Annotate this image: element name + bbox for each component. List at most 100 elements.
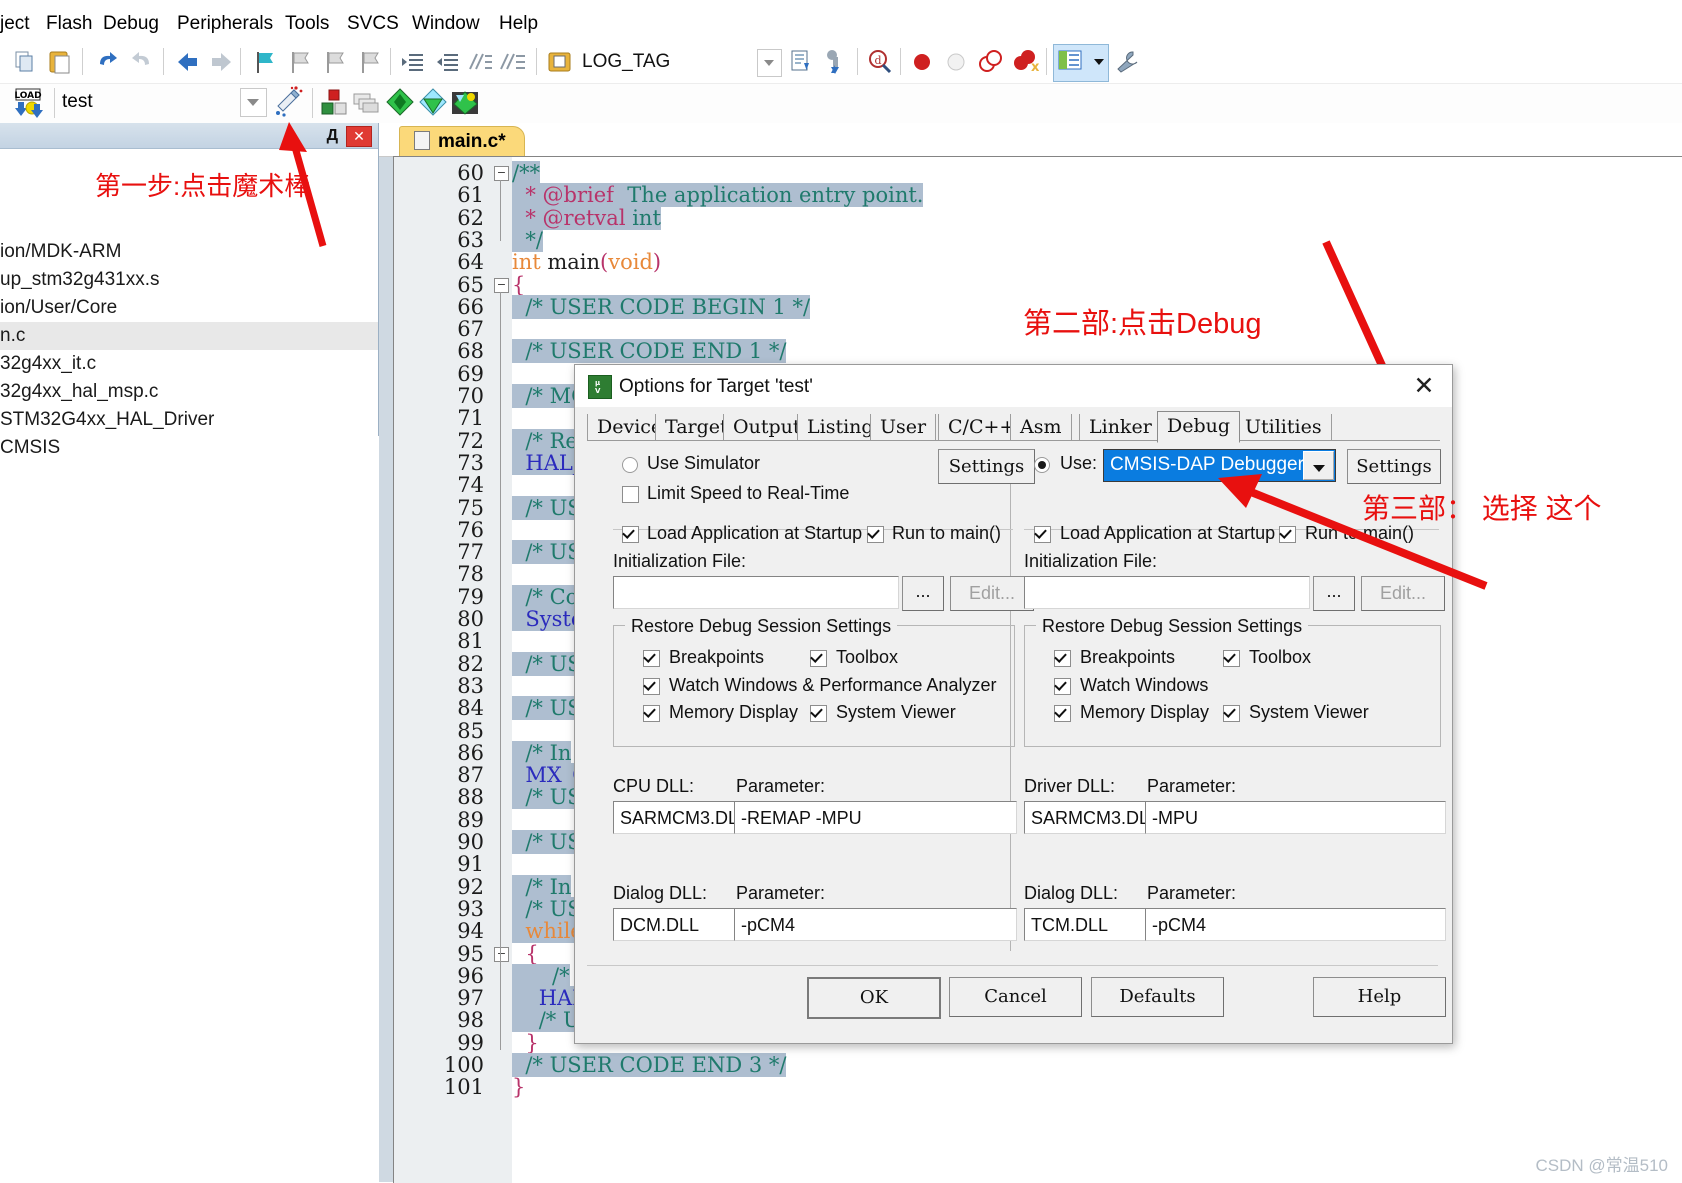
manage-run-time-env-icon[interactable] — [318, 86, 350, 118]
cpu-param-input[interactable]: -REMAP -MPU — [734, 801, 1017, 834]
watch-windows-checkbox-dbg[interactable] — [1054, 678, 1071, 695]
indent-left-icon[interactable] — [433, 47, 463, 77]
menu-item-svcs[interactable]: SVCS — [347, 13, 399, 35]
rebuild-icon[interactable] — [417, 86, 449, 118]
tab-main-c[interactable]: main.c* — [399, 126, 525, 157]
uncomment-block-icon[interactable] — [499, 47, 529, 77]
help-button[interactable]: Help — [1313, 977, 1446, 1017]
kill-all-breakpoints-icon[interactable]: x — [1009, 47, 1040, 77]
debugger-select[interactable]: CMSIS-DAP Debugger — [1103, 449, 1336, 482]
insert-breakpoint-icon[interactable] — [907, 47, 937, 77]
toolbox-checkbox-sim[interactable] — [810, 650, 827, 667]
navigate-forward-icon[interactable] — [207, 47, 237, 77]
close-icon[interactable]: ✕ — [346, 126, 372, 147]
copy-icon[interactable] — [10, 47, 40, 77]
find-in-files-icon[interactable]: d — [864, 47, 894, 77]
comment-block-icon[interactable] — [466, 47, 496, 77]
init-file-input-sim[interactable] — [613, 576, 899, 609]
menu-item-tools[interactable]: Tools — [285, 13, 329, 35]
kill-breakpoint-icon[interactable] — [941, 47, 971, 77]
tree-item-user-core[interactable]: ion/User/Core — [0, 294, 378, 322]
log-tag-field[interactable]: LOG_TAG — [582, 51, 670, 73]
configure-toolbars-icon[interactable] — [1113, 47, 1143, 77]
pin-icon[interactable]: Д — [327, 127, 338, 145]
breakpoints-checkbox-dbg[interactable] — [1054, 650, 1071, 667]
fold-toggle-icon[interactable]: − — [494, 166, 509, 181]
indent-right-icon[interactable] — [398, 47, 428, 77]
memory-display-checkbox-dbg[interactable] — [1054, 705, 1071, 722]
tree-item-cmsis-group[interactable]: CMSIS — [0, 434, 378, 462]
use-simulator-radio[interactable] — [622, 457, 638, 473]
debugger-settings-button[interactable]: Settings — [1347, 449, 1441, 484]
bookmark-next-icon[interactable] — [319, 47, 349, 77]
driver-dll-input[interactable]: SARMCM3.DLL — [1024, 801, 1146, 834]
menu-item-peripherals[interactable]: Peripherals — [177, 13, 273, 35]
breakpoints-checkbox-sim[interactable] — [643, 650, 660, 667]
fold-toggle-icon[interactable]: − — [494, 946, 509, 962]
cpu-dll-input[interactable]: SARMCM3.DLL — [613, 801, 735, 834]
bookmark-prev-icon[interactable] — [284, 47, 314, 77]
configure-icon[interactable] — [820, 47, 850, 77]
dialog-dll-input-dbg[interactable]: TCM.DLL — [1024, 908, 1146, 941]
manage-project-items-icon[interactable] — [350, 86, 382, 118]
tree-item-mdk-arm[interactable]: ion/MDK-ARM — [0, 238, 378, 266]
tab-user[interactable]: User — [870, 414, 937, 440]
menu-item-project[interactable]: ject — [0, 13, 30, 35]
close-icon[interactable]: ✕ — [1410, 373, 1438, 399]
dialog-titlebar[interactable]: µV Options for Target 'test' ✕ — [575, 365, 1452, 407]
code-fold-bar[interactable]: − − − — [490, 157, 512, 1183]
bookmark-clear-icon[interactable] — [354, 47, 384, 77]
run-to-main-checkbox-sim[interactable] — [867, 526, 884, 543]
tab-debug[interactable]: Debug — [1157, 411, 1241, 443]
open-folder-icon[interactable] — [545, 47, 575, 77]
tab-utilities[interactable]: Utilities — [1235, 414, 1332, 440]
dialog-param-input-sim[interactable]: -pCM4 — [734, 908, 1017, 941]
load-app-checkbox-sim[interactable] — [622, 526, 639, 543]
tree-item-startup-file[interactable]: up_stm32g431xx.s — [0, 266, 378, 294]
magic-wand-icon[interactable] — [272, 86, 304, 118]
tab-linker[interactable]: Linker — [1079, 414, 1162, 440]
defaults-button[interactable]: Defaults — [1091, 977, 1224, 1017]
bookmark-toggle-icon[interactable] — [249, 47, 279, 77]
cancel-button[interactable]: Cancel — [949, 977, 1082, 1017]
watch-windows-checkbox-sim[interactable] — [643, 678, 660, 695]
ok-button[interactable]: OK — [807, 977, 941, 1019]
dialog-param-input-dbg[interactable]: -pCM4 — [1145, 908, 1446, 941]
navigate-back-icon[interactable] — [172, 47, 202, 77]
paste-icon[interactable] — [45, 47, 75, 77]
toolbox-checkbox-dbg[interactable] — [1223, 650, 1240, 667]
system-viewer-checkbox-dbg[interactable] — [1223, 705, 1240, 722]
menu-item-debug[interactable]: Debug — [103, 13, 159, 35]
tree-item-hal-msp-c[interactable]: 32g4xx_hal_msp.c — [0, 378, 378, 406]
target-dropdown-button[interactable] — [240, 88, 267, 117]
menu-item-help[interactable]: Help — [499, 13, 538, 35]
log-tag-dropdown-button[interactable] — [757, 49, 782, 77]
download-icon[interactable]: LOAD — [10, 86, 46, 120]
dialog-dll-input-sim[interactable]: DCM.DLL — [613, 908, 735, 941]
target-name-field[interactable]: test — [62, 91, 93, 113]
menu-item-flash[interactable]: Flash — [46, 13, 92, 35]
fold-toggle-icon[interactable]: − — [494, 277, 509, 293]
use-debugger-radio[interactable] — [1034, 457, 1050, 473]
tab-asm[interactable]: Asm — [1010, 414, 1072, 440]
disable-all-breakpoints-icon[interactable] — [975, 47, 1005, 77]
debugger-select-arrow-button[interactable] — [1303, 451, 1334, 480]
tree-item-hal-driver-group[interactable]: STM32G4xx_HAL_Driver — [0, 406, 378, 434]
redo-icon[interactable] — [127, 47, 157, 77]
tree-item-main-c[interactable]: n.c — [0, 322, 378, 350]
build-icon[interactable] — [449, 86, 481, 118]
init-file-browse-button-sim[interactable]: ... — [902, 576, 944, 611]
batch-build-icon[interactable] — [384, 86, 416, 118]
limit-speed-checkbox[interactable] — [622, 486, 639, 503]
run-to-main-checkbox-dbg[interactable] — [1279, 526, 1296, 543]
menu-item-window[interactable]: Window — [412, 13, 480, 35]
init-file-input-dbg[interactable] — [1024, 576, 1310, 609]
manage-windows-button[interactable] — [1053, 44, 1109, 82]
insert-file-icon[interactable] — [786, 47, 816, 77]
undo-icon[interactable] — [92, 47, 122, 77]
driver-param-input[interactable]: -MPU — [1145, 801, 1446, 834]
tree-item-it-c[interactable]: 32g4xx_it.c — [0, 350, 378, 378]
init-file-browse-button-dbg[interactable]: ... — [1313, 576, 1355, 611]
load-app-checkbox-dbg[interactable] — [1034, 526, 1051, 543]
system-viewer-checkbox-sim[interactable] — [810, 705, 827, 722]
